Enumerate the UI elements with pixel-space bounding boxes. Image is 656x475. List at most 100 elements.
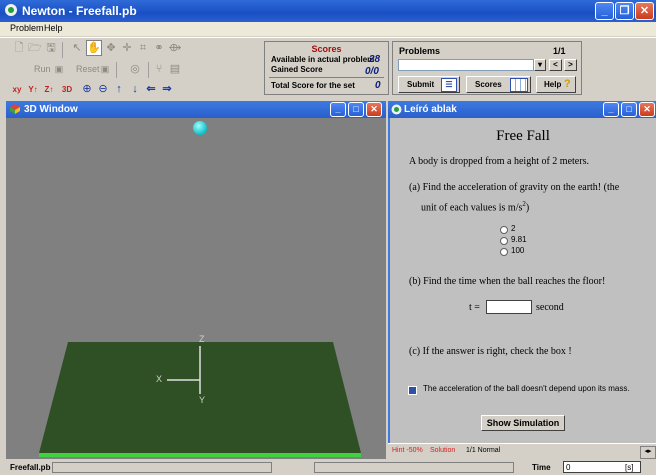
show-simulation-button[interactable]: Show Simulation xyxy=(481,415,565,431)
save-icon[interactable]: 🖫 xyxy=(44,41,58,55)
problems-panel: Problems 1/1 ▾ < > Submit ☰ Scores Help … xyxy=(392,41,582,95)
toolbar-separator xyxy=(116,62,117,78)
pan-tool-icon[interactable]: ⟴ xyxy=(168,41,182,55)
solution-button[interactable]: Solution xyxy=(430,447,455,454)
submit-label: Submit xyxy=(407,80,435,89)
link-tool-icon[interactable]: ⚭ xyxy=(152,41,166,55)
radio-option-2[interactable] xyxy=(500,226,508,234)
desc-close-button[interactable]: ✕ xyxy=(639,102,655,117)
panel-icon[interactable]: ▤ xyxy=(168,62,182,76)
zoom-out-icon[interactable]: ⊖ xyxy=(96,82,110,96)
scores-panel: Scores Available in actual problem 28 Ga… xyxy=(264,41,389,95)
move-right-icon[interactable]: ⇒ xyxy=(160,82,174,96)
x-axis-label: X xyxy=(156,374,162,384)
dropdown-arrow-icon[interactable]: ▾ xyxy=(534,59,546,71)
gained-value: 0/0 xyxy=(365,66,379,77)
graph-icon[interactable]: ⑂ xyxy=(152,62,166,76)
3d-scene[interactable]: Z X Y xyxy=(6,118,386,459)
problem-select[interactable] xyxy=(398,59,534,71)
title-bar: Newton - Freefall.pb _ ❐ ✕ xyxy=(0,0,656,22)
view-xy-icon[interactable]: xy xyxy=(10,83,24,97)
description-window: Leíró ablak _ □ ✕ Free Fall A body is dr… xyxy=(388,101,656,460)
view-eye-icon[interactable]: ◎ xyxy=(128,62,142,76)
y-axis-label: Y xyxy=(199,395,205,405)
desc-minimize-button[interactable]: _ xyxy=(603,102,619,117)
window-title: Newton - Freefall.pb xyxy=(22,4,137,18)
help-button[interactable]: Help ? xyxy=(536,76,576,93)
move-left-icon[interactable]: ⇐ xyxy=(144,82,158,96)
scores-button-label: Scores xyxy=(475,80,502,89)
description-window-titlebar: Leíró ablak _ □ ✕ xyxy=(388,101,656,118)
hint-button[interactable]: Hint -50% xyxy=(392,447,423,454)
scores-table-icon xyxy=(510,78,528,92)
problems-heading: Problems xyxy=(399,46,441,56)
minimize-button[interactable]: _ xyxy=(595,2,614,20)
question-b: (b) Find the time when the ball reaches … xyxy=(409,276,606,287)
available-value: 28 xyxy=(369,54,381,65)
description-status-bar: Hint -50% Solution 1/1 Normal ◂▸ xyxy=(388,443,656,460)
3d-cube-icon xyxy=(10,104,20,114)
close-button[interactable]: ✕ xyxy=(635,2,654,20)
move-tool-icon[interactable]: ✥ xyxy=(104,41,118,55)
time-input[interactable] xyxy=(486,300,532,314)
toolbar-separator xyxy=(148,62,149,78)
t-label: t = xyxy=(469,302,480,313)
total-value: 0 xyxy=(375,80,381,91)
newton-app-icon xyxy=(5,4,17,16)
radio-option-9-81[interactable] xyxy=(500,237,508,245)
3d-window-titlebar: 3D Window _ □ ✕ xyxy=(6,101,386,118)
prev-problem-button[interactable]: < xyxy=(549,59,562,71)
scale-tool-icon[interactable]: ⌗ xyxy=(136,41,150,55)
new-file-icon[interactable]: 🗋 xyxy=(12,41,26,55)
scores-button[interactable]: Scores xyxy=(466,76,531,93)
move-down-icon[interactable]: ↓ xyxy=(128,82,142,96)
3d-close-button[interactable]: ✕ xyxy=(366,102,382,117)
help-question-icon: ? xyxy=(564,78,571,90)
z-axis-label: Z xyxy=(199,334,205,344)
mass-checkbox[interactable] xyxy=(408,386,417,395)
status-bar: Freefall.pb Time [s] xyxy=(0,459,656,475)
view-zx-icon[interactable]: Z↑ xyxy=(42,83,56,97)
option-2-label: 2 xyxy=(511,224,516,233)
run-step-icon[interactable]: ▣ xyxy=(52,62,66,76)
desc-maximize-button[interactable]: □ xyxy=(621,102,637,117)
menu-bar: Problem Help xyxy=(0,22,656,36)
time-unit: [s] xyxy=(625,463,634,472)
3d-maximize-button[interactable]: □ xyxy=(348,102,364,117)
menu-problem[interactable]: Problem xyxy=(10,23,44,33)
scroll-arrows-icon[interactable]: ◂▸ xyxy=(640,446,656,459)
3d-window-title: 3D Window xyxy=(24,104,78,115)
question-a-line2: unit of each values is m/s2) xyxy=(421,200,529,213)
status-file: Freefall.pb xyxy=(10,463,51,472)
run-button[interactable]: Run xyxy=(34,64,51,74)
open-file-icon[interactable]: 🗁 xyxy=(28,41,42,55)
ball[interactable] xyxy=(193,121,207,135)
option-100-label: 100 xyxy=(511,246,525,255)
menu-help[interactable]: Help xyxy=(44,23,63,33)
move-up-icon[interactable]: ↑ xyxy=(112,82,126,96)
time-label: Time xyxy=(532,463,551,472)
problem-intro: A body is dropped from a height of 2 met… xyxy=(409,156,589,167)
reset-button[interactable]: Reset xyxy=(76,64,100,74)
zoom-in-icon[interactable]: ⊕ xyxy=(80,82,94,96)
scores-divider xyxy=(269,77,384,78)
scores-heading: Scores xyxy=(311,44,342,54)
3d-minimize-button[interactable]: _ xyxy=(330,102,346,117)
rotate-tool-icon[interactable]: ✛ xyxy=(120,41,134,55)
restore-button[interactable]: ❐ xyxy=(615,2,634,20)
description-content: Free Fall A body is dropped from a heigh… xyxy=(388,118,656,443)
status-progress xyxy=(52,462,272,473)
reset-step-icon[interactable]: ▣ xyxy=(98,62,112,76)
view-yz-icon[interactable]: Y↑ xyxy=(26,83,40,97)
next-problem-button[interactable]: > xyxy=(564,59,577,71)
problem-counter: 1/1 xyxy=(553,46,566,56)
question-c: (c) If the answer is right, check the bo… xyxy=(409,346,572,357)
hand-tool-icon[interactable]: ✋ xyxy=(86,40,102,56)
question-a-close: ) xyxy=(525,202,530,214)
pointer-icon[interactable]: ↖ xyxy=(70,41,84,55)
view-3d-icon[interactable]: 3D xyxy=(60,83,74,97)
help-label: Help xyxy=(544,80,562,89)
radio-option-100[interactable] xyxy=(500,248,508,256)
submit-button[interactable]: Submit ☰ xyxy=(398,76,460,93)
gained-label: Gained Score xyxy=(271,65,323,74)
